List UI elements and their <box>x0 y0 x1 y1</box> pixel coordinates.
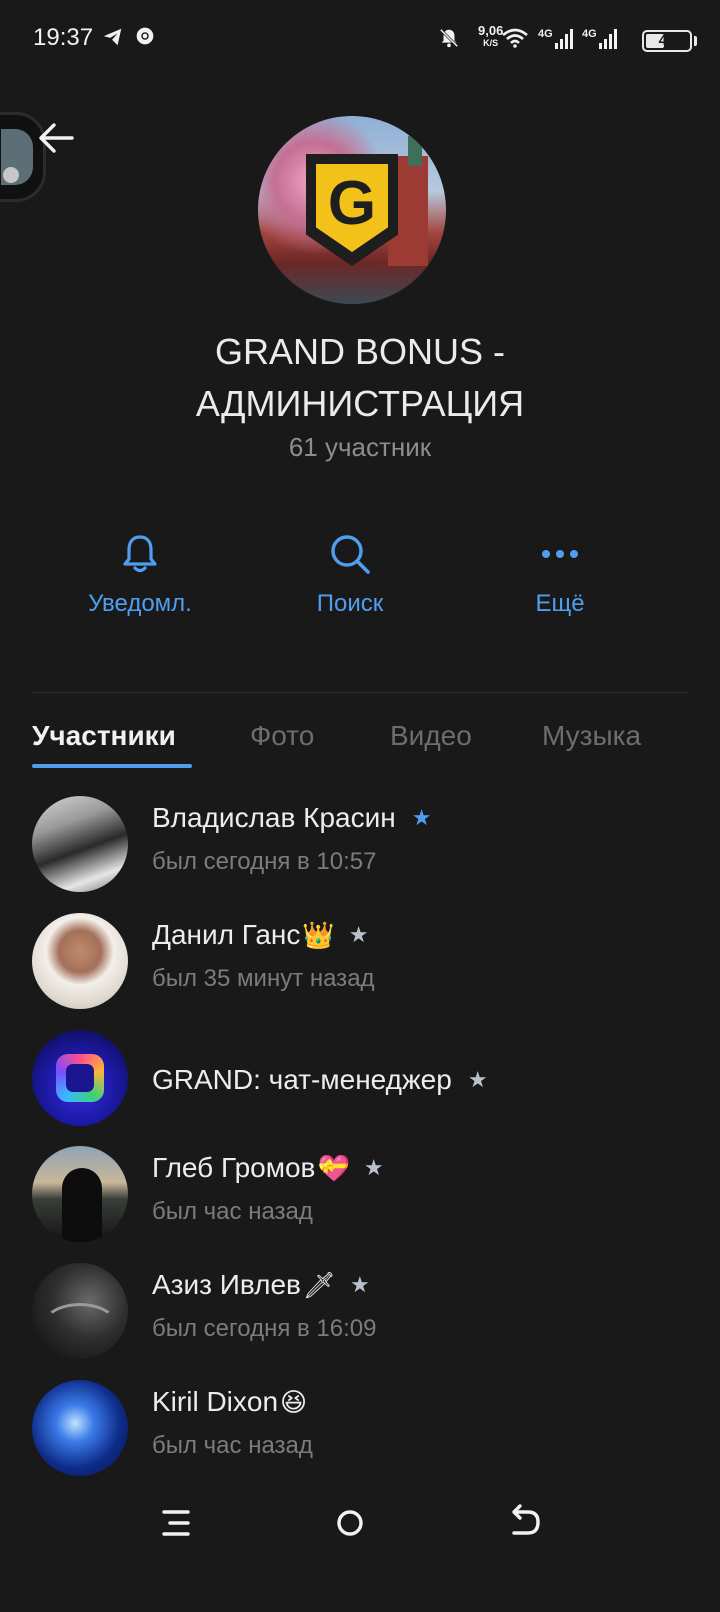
member-name: GRAND: чат-менеджер ★ <box>152 1064 488 1096</box>
member-name-text: Азиз Ивлев <box>152 1269 301 1300</box>
member-name: Глеб Громов💝 ★ <box>152 1152 384 1184</box>
speed-unit: K/S <box>483 38 499 48</box>
group-title: GRAND BONUS - АДМИНИСТРАЦИЯ <box>0 326 720 430</box>
menu-icon[interactable] <box>150 1500 210 1550</box>
more-dots-icon <box>542 550 578 558</box>
admin-star-icon: ★ <box>411 805 432 830</box>
wifi-icon <box>502 28 528 48</box>
network-speed: 9,06 K/S <box>478 24 503 50</box>
more-button[interactable]: Ещё <box>450 532 670 618</box>
tab-members[interactable]: Участники <box>32 720 176 752</box>
tab-photo[interactable]: Фото <box>250 720 314 752</box>
avatar <box>32 1380 128 1476</box>
member-emoji: 💝 <box>317 1153 350 1183</box>
member-row[interactable]: Данил Ганс👑 ★ был 35 минут назад <box>0 913 720 1029</box>
member-emoji: 🗡 <box>302 1270 336 1300</box>
search-icon <box>331 535 370 574</box>
back-arrow-icon[interactable] <box>36 118 76 158</box>
status-bar: 19:37 9,06 K/S 4G 4G 42 <box>0 0 720 80</box>
signal-icon-2 <box>599 29 617 49</box>
signal-icon <box>555 29 573 49</box>
member-name-text: GRAND: чат-менеджер <box>152 1064 452 1095</box>
group-title-line1: GRAND BONUS - <box>214 331 506 372</box>
chrome-icon <box>136 27 154 45</box>
member-name-text: Данил Ганс <box>152 919 301 950</box>
clock: 19:37 <box>33 24 94 51</box>
avatar <box>32 1030 128 1126</box>
tab-music[interactable]: Музыка <box>542 720 641 752</box>
search-button[interactable]: Поиск <box>240 532 460 618</box>
member-row[interactable]: GRAND: чат-менеджер ★ <box>0 1030 720 1146</box>
battery-level: 42 <box>658 32 676 49</box>
notifications-button[interactable]: Уведомл. <box>30 532 250 618</box>
admin-star-icon: ★ <box>363 1155 384 1180</box>
member-row[interactable]: Азиз Ивлев🗡 ★ был сегодня в 16:09 <box>0 1263 720 1379</box>
speed-value: 9,06 <box>478 23 504 38</box>
battery-tip <box>694 36 697 46</box>
telegram-icon <box>103 28 122 46</box>
search-label: Поиск <box>316 590 384 617</box>
member-row[interactable]: Владислав Красин ★ был сегодня в 10:57 <box>0 796 720 912</box>
member-status: был 35 минут назад <box>152 965 375 992</box>
member-name: Азиз Ивлев🗡 ★ <box>152 1269 370 1301</box>
member-name: Данил Ганс👑 ★ <box>152 919 369 951</box>
member-name-text: Kiril Dixon <box>152 1386 279 1417</box>
mute-bell-icon <box>439 28 459 48</box>
member-name-text: Глеб Громов <box>152 1152 316 1183</box>
group-title-line2: АДМИНИСТРАЦИЯ <box>195 383 525 424</box>
member-emoji: 😆 <box>280 1387 308 1417</box>
member-name: Kiril Dixon😆 <box>152 1386 307 1418</box>
member-emoji: 👑 <box>302 920 335 950</box>
member-status: был час назад <box>152 1198 313 1225</box>
admin-star-icon: ★ <box>467 1067 488 1092</box>
back-nav-icon[interactable] <box>496 1500 556 1550</box>
signal2-label: 4G <box>582 28 597 40</box>
signal1-label: 4G <box>538 28 553 40</box>
member-status: был сегодня в 16:09 <box>152 1315 377 1342</box>
avatar <box>32 1263 128 1359</box>
bell-icon <box>123 535 157 573</box>
member-count: 61 участник <box>288 432 432 462</box>
avatar <box>32 1146 128 1242</box>
member-row[interactable]: Глеб Громов💝 ★ был час назад <box>0 1146 720 1262</box>
group-avatar[interactable]: G <box>258 116 446 304</box>
member-status: был час назад <box>152 1432 313 1459</box>
member-name-text: Владислав Красин <box>152 802 396 833</box>
member-row[interactable]: Kiril Dixon😆 был час назад <box>0 1380 720 1496</box>
member-name: Владислав Красин ★ <box>152 802 431 834</box>
divider <box>32 692 688 693</box>
group-logo-letter: G <box>327 169 377 238</box>
tab-video[interactable]: Видео <box>390 720 472 752</box>
admin-star-icon: ★ <box>349 1272 370 1297</box>
member-status: был сегодня в 10:57 <box>152 848 377 875</box>
notifications-label: Уведомл. <box>88 590 192 617</box>
battery-icon: 42 <box>642 30 692 52</box>
home-circle-icon[interactable] <box>320 1500 380 1550</box>
tab-indicator <box>32 764 192 768</box>
avatar <box>32 796 128 892</box>
avatar <box>32 913 128 1009</box>
more-label: Ещё <box>535 590 585 617</box>
admin-star-icon: ★ <box>348 922 369 947</box>
